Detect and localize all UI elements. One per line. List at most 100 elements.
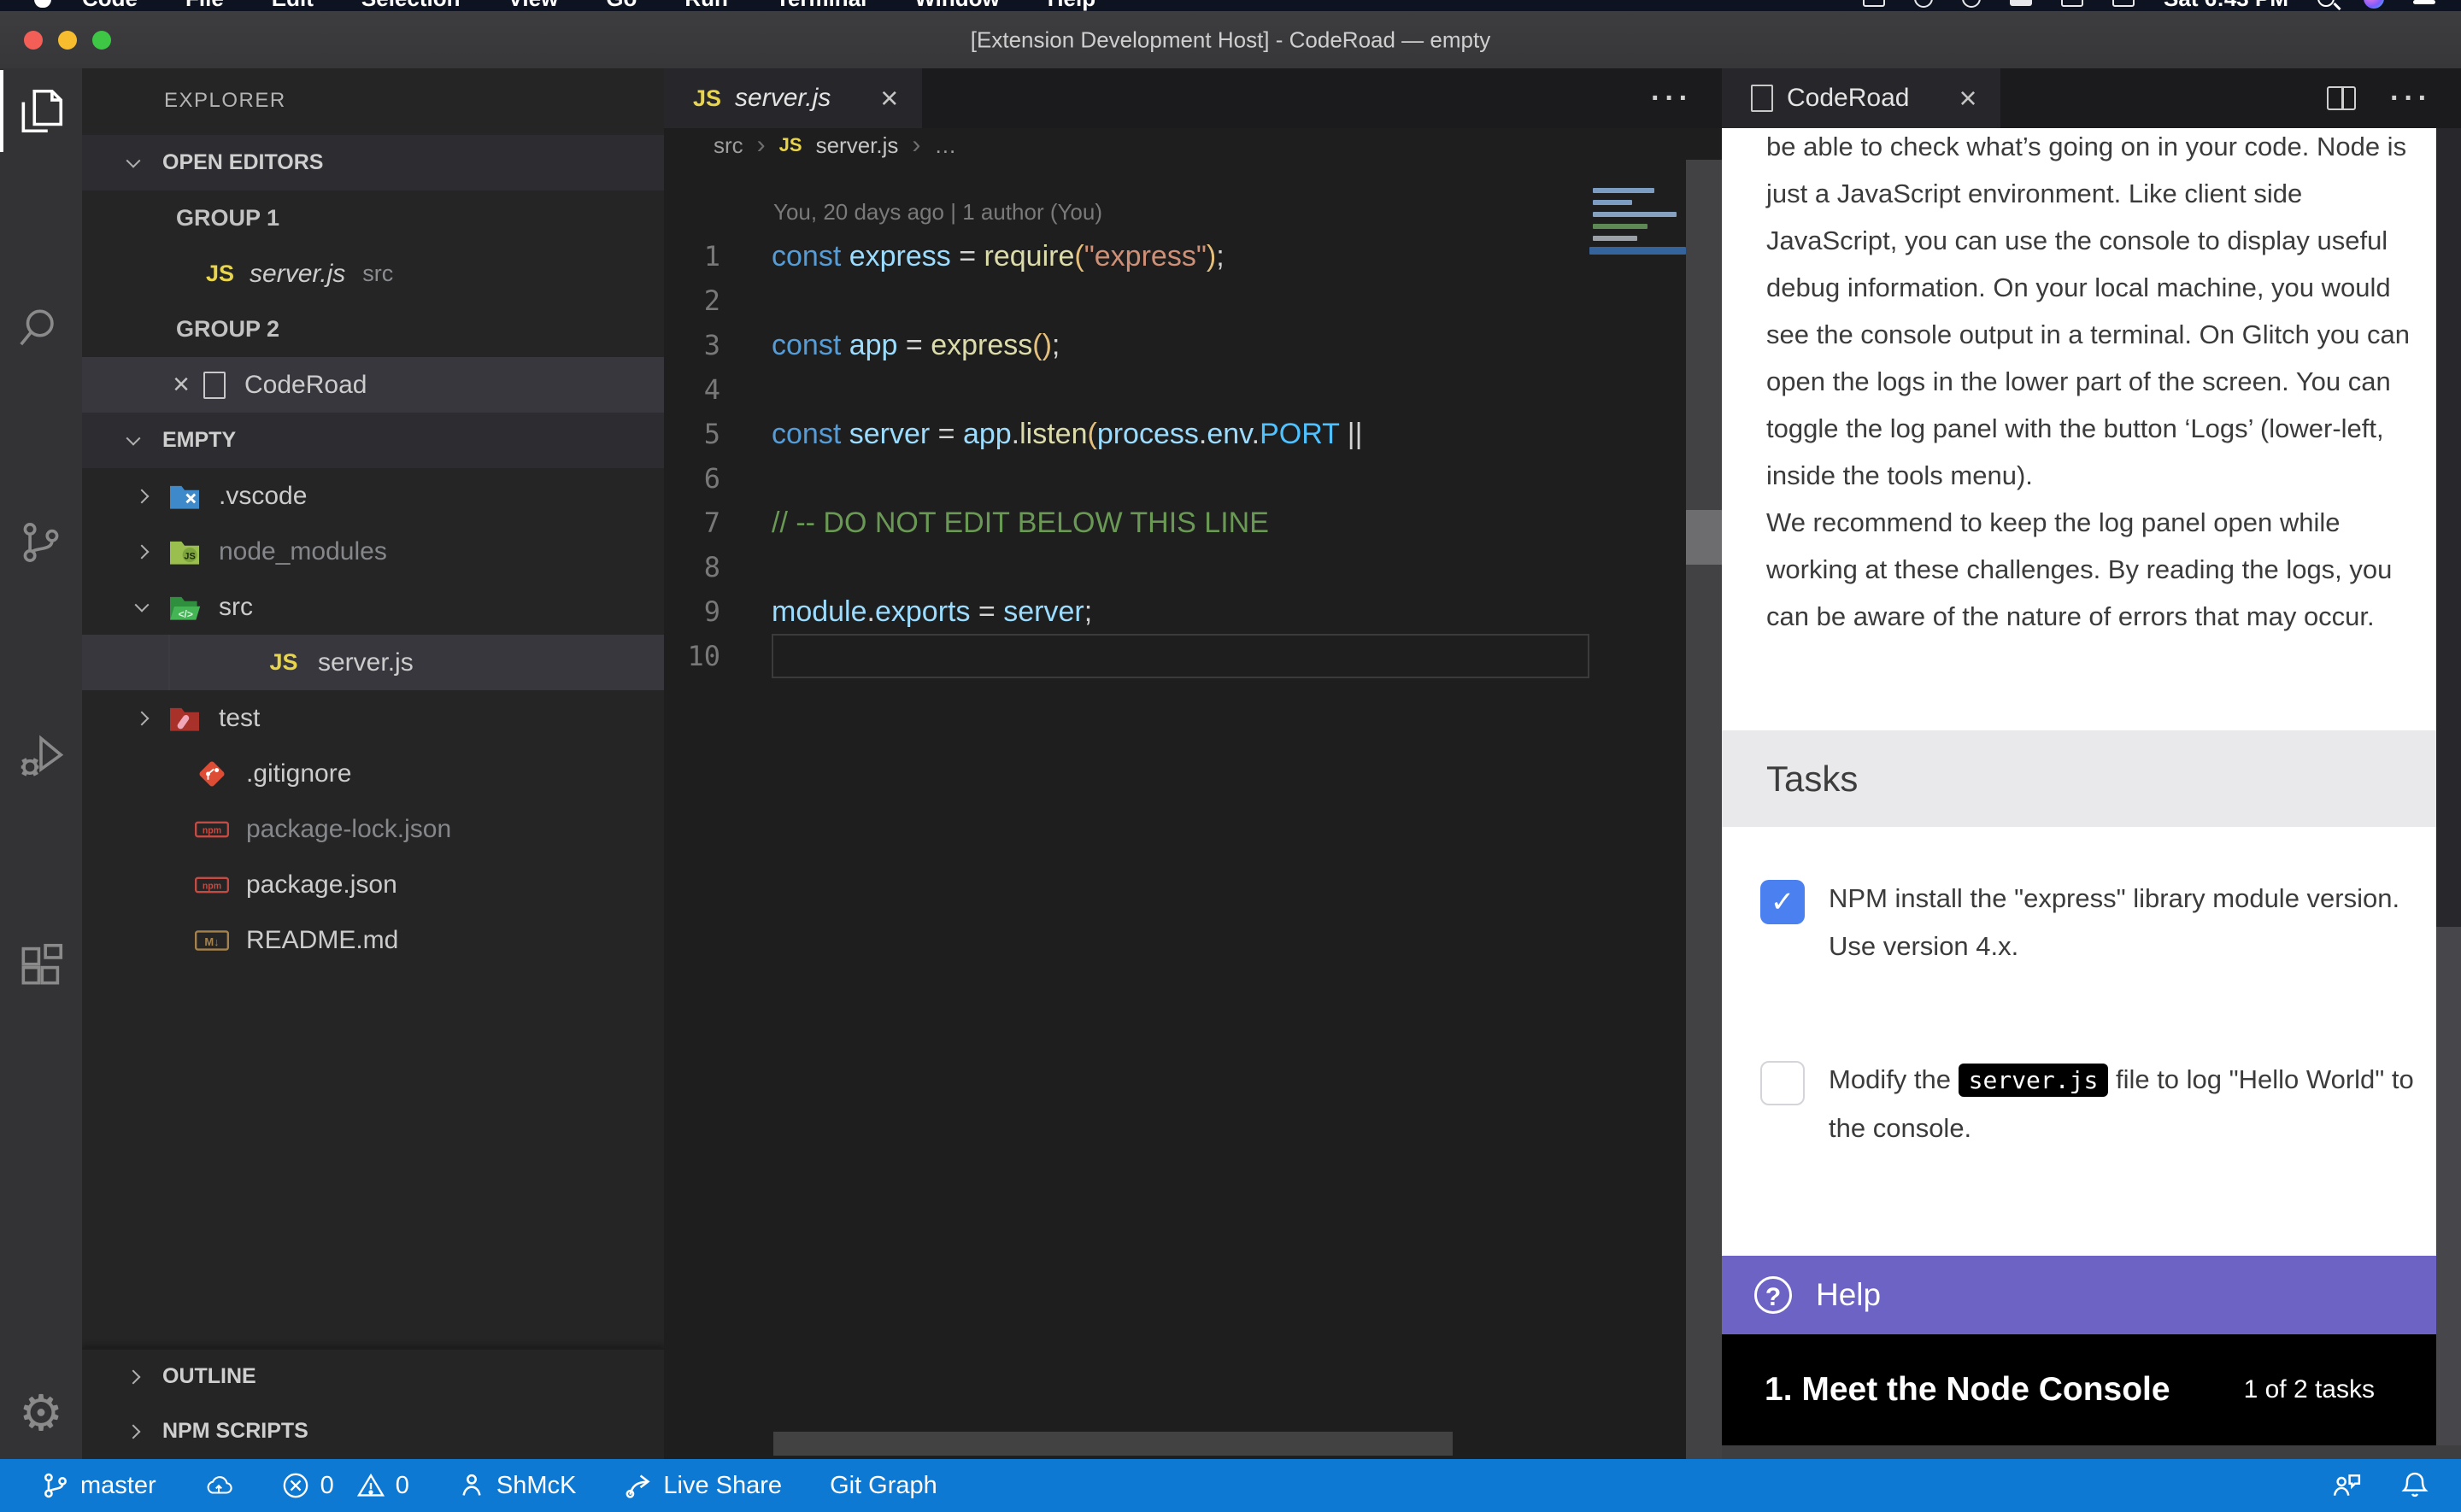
webview-scrollbar[interactable]	[2436, 128, 2461, 1445]
tree-item-src[interactable]: </> src	[82, 579, 664, 635]
tree-item-package-lock[interactable]: npm package-lock.json	[82, 801, 664, 857]
menu-run[interactable]: Run	[684, 0, 728, 11]
scrollbar-thumb[interactable]	[1686, 510, 1722, 565]
zoom-window-button[interactable]	[92, 31, 111, 50]
tasks-header: Tasks	[1722, 730, 2436, 827]
menubar-status-glyph[interactable]	[2112, 0, 2135, 7]
explorer-icon[interactable]	[0, 70, 82, 152]
git-graph-status[interactable]: Git Graph	[830, 1472, 937, 1500]
outline-section[interactable]: OUTLINE	[82, 1348, 664, 1404]
close-tab-icon[interactable]: ×	[880, 83, 898, 114]
minimize-window-button[interactable]	[58, 31, 77, 50]
gitlens-blame-annotation[interactable]: You, 20 days ago | 1 author (You)	[773, 199, 1589, 234]
more-actions-icon[interactable]: ···	[1651, 82, 1693, 115]
menu-file[interactable]: File	[185, 0, 224, 11]
code-line-2[interactable]: 2	[664, 278, 1589, 323]
line-number: 5	[664, 418, 720, 450]
code-line-6[interactable]: 6	[664, 456, 1589, 501]
live-share-icon	[624, 1471, 653, 1500]
split-editor-icon[interactable]	[2327, 86, 2356, 110]
tab-coderoad[interactable]: CodeRoad ×	[1722, 68, 2000, 128]
tree-item-node-modules[interactable]: JS node_modules	[82, 524, 664, 579]
search-icon[interactable]	[0, 288, 82, 370]
task-item-2: Modify the server.js file to log "Hello …	[1760, 1056, 2418, 1152]
tab-serverjs[interactable]: JS server.js ×	[664, 68, 922, 128]
live-share-status[interactable]: Live Share	[624, 1471, 782, 1500]
tree-item-package-json[interactable]: npm package.json	[82, 857, 664, 912]
run-debug-icon[interactable]	[0, 715, 82, 797]
close-tab-icon[interactable]: ×	[1959, 83, 1976, 114]
code-editor[interactable]: You, 20 days ago | 1 author (You) 1const…	[664, 162, 1589, 1459]
menubar-clock[interactable]: Sat 6:43 PM	[2164, 0, 2288, 11]
code-line-4[interactable]: 4	[664, 367, 1589, 412]
code-line-8[interactable]: 8	[664, 545, 1589, 589]
js-file-icon: JS	[693, 85, 721, 112]
menu-terminal[interactable]: Terminal	[776, 0, 866, 11]
menu-selection[interactable]: Selection	[361, 0, 461, 11]
horizontal-scrollbar[interactable]	[773, 1432, 1453, 1456]
folder-section-empty[interactable]: EMPTY	[82, 413, 664, 468]
checkbox-checked-icon[interactable]: ✓	[1760, 880, 1805, 924]
code-line-1[interactable]: 1const express = require("express");	[664, 234, 1589, 278]
control-center-icon[interactable]	[2413, 0, 2435, 4]
menubar-status-glyph[interactable]	[1914, 0, 1933, 8]
menu-help[interactable]: Help	[1048, 0, 1095, 11]
siri-icon[interactable]	[2364, 0, 2384, 9]
editor-tab-bar: JS server.js × ···	[664, 68, 1722, 128]
vertical-scrollbar[interactable]	[1686, 160, 1722, 1459]
vscode-folder-icon	[166, 482, 203, 511]
code-line-7[interactable]: 7// -- DO NOT EDIT BELOW THIS LINE	[664, 501, 1589, 545]
extensions-icon[interactable]	[0, 924, 82, 1006]
open-editor-item-coderoad[interactable]: × CodeRoad	[82, 357, 664, 413]
menubar-status-glyph[interactable]	[2010, 0, 2032, 6]
open-editors-header[interactable]: OPEN EDITORS	[82, 135, 664, 190]
tree-item-vscode[interactable]: .vscode	[82, 468, 664, 524]
markdown-icon: M↓	[193, 929, 231, 952]
notifications-bell-icon[interactable]	[2399, 1470, 2430, 1501]
help-bar[interactable]: ? Help	[1722, 1256, 2436, 1334]
menu-go[interactable]: Go	[606, 0, 637, 11]
tree-item-serverjs[interactable]: JS server.js	[82, 635, 664, 690]
close-icon[interactable]: ×	[164, 368, 198, 401]
tree-item-test[interactable]: test	[82, 690, 664, 746]
problems-status[interactable]: 0 0	[281, 1471, 409, 1500]
settings-gear-icon[interactable]: ⚙	[0, 1389, 82, 1439]
apple-logo-icon[interactable]	[34, 0, 51, 8]
lesson-footer[interactable]: 1. Meet the Node Console 1 of 2 tasks	[1722, 1334, 2436, 1445]
source-control-icon[interactable]	[0, 501, 82, 583]
menubar-status-glyph[interactable]	[1962, 0, 1981, 8]
git-branch-status[interactable]: master	[41, 1471, 156, 1500]
coderoad-webview: be able to check what’s going on in your…	[1722, 128, 2436, 1445]
tree-item-readme[interactable]: M↓ README.md	[82, 912, 664, 968]
close-window-button[interactable]	[24, 31, 43, 50]
js-file-icon: JS	[779, 134, 802, 156]
feedback-icon[interactable]	[2331, 1470, 2362, 1501]
sync-status[interactable]	[204, 1471, 233, 1500]
open-editor-item-serverjs[interactable]: JS server.js src	[82, 246, 664, 302]
npm-scripts-section[interactable]: NPM SCRIPTS	[82, 1404, 664, 1459]
menu-edit[interactable]: Edit	[272, 0, 314, 11]
tree-item-gitignore[interactable]: .gitignore	[82, 746, 664, 801]
menu-window[interactable]: Window	[914, 0, 999, 11]
code-line-9[interactable]: 9module.exports = server;	[664, 589, 1589, 634]
checkbox-unchecked-icon[interactable]	[1760, 1061, 1805, 1105]
minimap[interactable]	[1589, 162, 1686, 1459]
account-status[interactable]: ShMcK	[457, 1471, 576, 1500]
menubar-status-glyph[interactable]	[1863, 0, 1885, 7]
cloud-upload-icon	[204, 1471, 233, 1500]
code-line-10[interactable]: 10	[664, 634, 1589, 678]
code-lines: 1const express = require("express");23co…	[664, 234, 1589, 678]
menu-view[interactable]: View	[508, 0, 559, 11]
chevron-right-icon: ›	[912, 131, 920, 160]
more-actions-icon[interactable]: ···	[2390, 82, 2432, 115]
line-number: 1	[664, 240, 720, 273]
code-line-3[interactable]: 3const app = express();	[664, 323, 1589, 367]
chevron-down-icon	[126, 431, 141, 445]
breadcrumb[interactable]: src › JS server.js › …	[664, 128, 1722, 162]
coderoad-tab-bar: CodeRoad × ···	[1722, 68, 2461, 128]
code-line-5[interactable]: 5const server = app.listen(process.env.P…	[664, 412, 1589, 456]
svg-text:JS: JS	[184, 551, 195, 561]
menubar-status-glyph[interactable]	[2061, 0, 2083, 7]
menu-code[interactable]: Code	[82, 0, 138, 11]
spotlight-icon[interactable]	[2317, 0, 2335, 7]
